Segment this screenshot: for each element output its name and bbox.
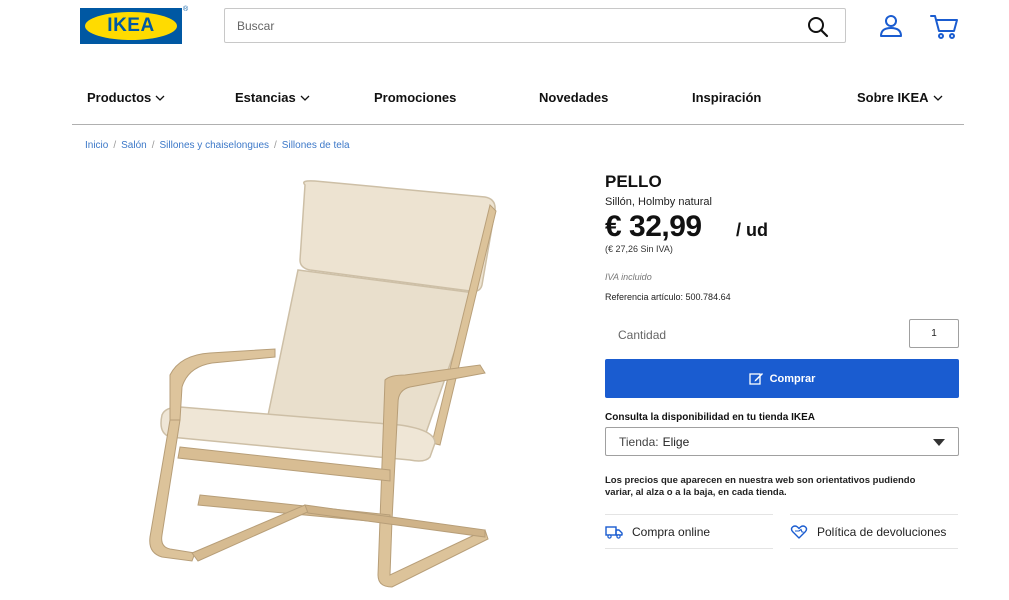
breadcrumb-separator: / xyxy=(113,140,117,151)
buy-button[interactable]: Comprar xyxy=(605,359,959,398)
caret-down-icon xyxy=(933,439,945,446)
nav-item-sobre-ikea[interactable]: Sobre IKEA xyxy=(857,90,943,105)
nav-item-productos[interactable]: Productos xyxy=(87,90,165,105)
breadcrumb-separator: / xyxy=(151,140,155,151)
search-box[interactable] xyxy=(224,8,846,43)
nav-item-novedades[interactable]: Novedades xyxy=(539,90,608,105)
breadcrumb-link-inicio[interactable]: Inicio xyxy=(85,140,108,151)
quantity-label: Cantidad xyxy=(618,328,667,342)
feature-label: Política de devoluciones xyxy=(817,524,947,539)
ikea-logo[interactable]: IKEA xyxy=(80,8,182,44)
breadcrumb-link-sillones-tela[interactable]: Sillones de tela xyxy=(282,140,350,151)
chevron-down-icon xyxy=(933,95,942,101)
product-image-armchair[interactable] xyxy=(140,175,510,595)
nav-item-label: Estancias xyxy=(235,90,296,105)
chevron-down-icon xyxy=(300,95,310,101)
nav-item-promociones[interactable]: Promociones xyxy=(374,90,456,105)
chevron-down-icon xyxy=(155,95,165,101)
product-price: € 32,99 xyxy=(605,210,702,243)
store-select-label: Tienda: xyxy=(619,434,659,449)
logo-text: IKEA xyxy=(107,15,155,36)
nav-item-label: Sobre IKEA xyxy=(857,90,929,105)
cart-icon[interactable] xyxy=(929,12,959,40)
user-icon[interactable] xyxy=(878,13,904,39)
truck-icon xyxy=(605,525,623,539)
price-disclaimer: Los precios que aparecen en nuestra web … xyxy=(605,475,916,498)
main-nav: Productos Estancias Promociones Novedade… xyxy=(72,84,964,114)
nav-item-label: Inspiración xyxy=(692,90,762,105)
nav-item-inspiracion[interactable]: Inspiración xyxy=(692,90,761,105)
nav-item-label: Productos xyxy=(87,90,152,105)
nav-item-label: Promociones xyxy=(374,90,457,105)
breadcrumb: Inicio / Salón / Sillones y chaiselongue… xyxy=(85,140,350,151)
product-reference: Referencia artículo: 500.784.64 xyxy=(605,292,731,302)
breadcrumb-link-salon[interactable]: Salón xyxy=(121,140,147,151)
logo-registered-mark: ® xyxy=(183,6,189,13)
search-input[interactable] xyxy=(237,18,845,33)
edit-cart-icon xyxy=(748,373,763,385)
breadcrumb-separator: / xyxy=(274,140,277,151)
logo-oval: IKEA xyxy=(85,12,177,40)
buy-button-label: Comprar xyxy=(769,372,816,385)
store-select[interactable]: Tienda: Elige xyxy=(605,427,959,456)
nav-divider xyxy=(72,124,964,125)
store-availability-title: Consulta la disponibilidad en tu tienda … xyxy=(605,412,816,423)
feature-return-policy[interactable]: Política de devoluciones xyxy=(790,514,958,549)
product-description: Sillón, Holmby natural xyxy=(605,196,712,208)
feature-online-purchase[interactable]: Compra online xyxy=(605,514,773,549)
heart-return-icon xyxy=(790,524,808,539)
price-without-vat: (€ 27,26 Sin IVA) xyxy=(605,244,673,254)
product-name: PELLO xyxy=(605,172,662,191)
vat-note: IVA incluido xyxy=(605,272,652,282)
price-unit: / ud xyxy=(736,220,768,240)
quantity-input[interactable] xyxy=(909,319,959,348)
feature-label: Compra online xyxy=(632,524,711,539)
breadcrumb-link-sillones-chaiselongues[interactable]: Sillones y chaiselongues xyxy=(160,140,270,151)
store-select-value: Elige xyxy=(662,434,690,449)
nav-item-estancias[interactable]: Estancias xyxy=(235,90,310,105)
search-icon[interactable] xyxy=(807,16,829,38)
nav-item-label: Novedades xyxy=(539,90,609,105)
